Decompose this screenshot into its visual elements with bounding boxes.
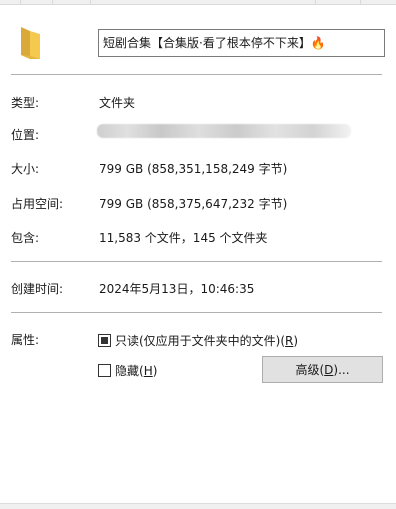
divider — [11, 74, 382, 75]
tab-edge[interactable] — [90, 0, 91, 5]
readonly-checkbox[interactable] — [98, 334, 111, 347]
size-on-disk-value: 799 GB (858,375,647,232 字节) — [99, 197, 288, 211]
type-label: 类型: — [11, 96, 40, 110]
tab-edge[interactable] — [360, 0, 361, 5]
tab-edge[interactable] — [20, 0, 21, 5]
attributes-label: 属性: — [11, 333, 40, 347]
divider — [11, 261, 382, 262]
readonly-label[interactable]: 只读(仅应用于文件夹中的文件)(R) — [115, 332, 298, 349]
contains-value: 11,583 个文件，145 个文件夹 — [99, 231, 268, 245]
contains-label: 包含: — [11, 231, 40, 245]
folder-name-text[interactable]: 短剧合集【合集版·看了根本停不下来】🔥 — [103, 36, 326, 50]
size-value: 799 GB (858,351,158,249 字节) — [99, 162, 288, 176]
tab-edge[interactable] — [52, 0, 53, 5]
folder-icon — [21, 27, 40, 59]
folder-name-input[interactable]: 短剧合集【合集版·看了根本停不下来】🔥 — [98, 29, 385, 57]
hidden-label[interactable]: 隐藏(H) — [115, 362, 157, 379]
advanced-button-label[interactable]: 高级(D)... — [295, 361, 349, 378]
hidden-checkbox[interactable] — [98, 364, 111, 377]
created-label: 创建时间: — [11, 282, 64, 296]
hidden-checkbox-row[interactable]: 隐藏(H) — [98, 362, 157, 379]
divider — [11, 312, 382, 313]
size-label: 大小: — [11, 162, 40, 176]
bottom-strip — [0, 503, 396, 509]
location-label: 位置: — [11, 128, 40, 142]
location-value-redacted — [97, 124, 351, 138]
created-value: 2024年5月13日，10:46:35 — [99, 282, 255, 296]
tab-strip — [0, 0, 396, 5]
readonly-checkbox-row[interactable]: 只读(仅应用于文件夹中的文件)(R) — [98, 332, 298, 349]
type-value: 文件夹 — [99, 96, 136, 110]
advanced-button[interactable]: 高级(D)... — [262, 356, 383, 383]
size-on-disk-label: 占用空间: — [11, 197, 64, 211]
tab-edge[interactable] — [315, 0, 316, 5]
